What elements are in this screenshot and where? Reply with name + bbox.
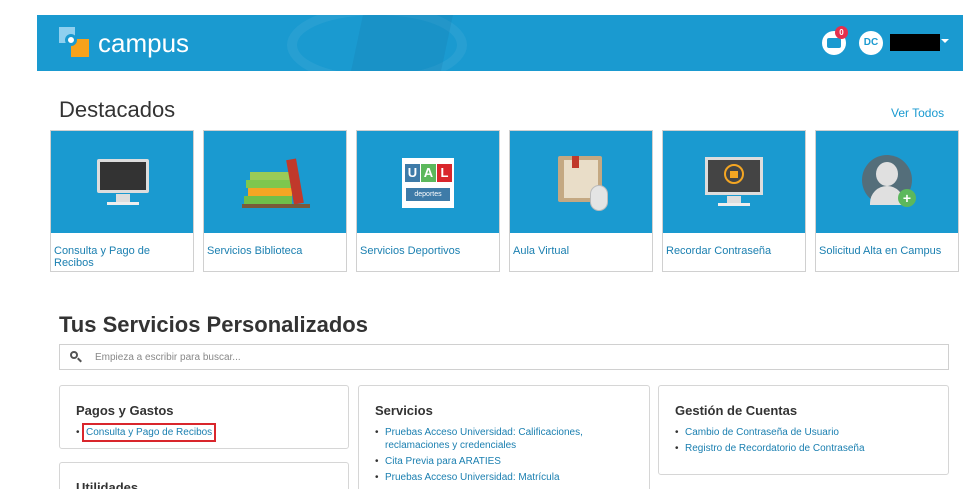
featured-card-recordar-contrasena[interactable]: Recordar Contraseña (662, 130, 806, 272)
section-title-servicios: Tus Servicios Personalizados (59, 312, 368, 337)
link-consulta-pago-recibos[interactable]: Consulta y Pago de Recibos (81, 423, 217, 442)
notification-badge: 0 (835, 26, 848, 39)
panel-servicios: Servicios Pruebas Acceso Universidad: Ca… (358, 385, 650, 489)
brand-name[interactable]: campus (98, 29, 189, 57)
header-watermark-band (351, 15, 453, 71)
panel-link-list: Consulta y Pago de Recibos (76, 423, 217, 442)
panel-utilidades: Utilidades (59, 462, 349, 489)
panel-title: Gestión de Cuentas (675, 403, 798, 418)
panel-link-list: Pruebas Acceso Universidad: Calificacion… (375, 426, 637, 487)
list-item[interactable]: Consulta y Pago de Recibos (76, 423, 217, 442)
monitor-icon (51, 131, 193, 233)
panel-title: Servicios (375, 403, 433, 418)
top-navigation-bar: campus 0 DC (37, 15, 963, 71)
ver-todos-link[interactable]: Ver Todos (891, 106, 944, 120)
messages-icon[interactable]: 0 (822, 26, 848, 55)
card-label[interactable]: Solicitud Alta en Campus (819, 245, 957, 257)
campus-logo-icon[interactable] (59, 27, 89, 57)
envelope-icon (827, 38, 841, 48)
card-label[interactable]: Servicios Biblioteca (207, 245, 345, 257)
ual-deportes-icon: U A L deportes (357, 131, 499, 233)
search-bar[interactable] (59, 344, 949, 370)
chevron-down-icon[interactable] (941, 39, 949, 43)
card-label[interactable]: Servicios Deportivos (360, 245, 498, 257)
section-title-destacados: Destacados (59, 97, 176, 122)
featured-card-consulta-pago[interactable]: Consulta y Pago de Recibos (50, 130, 194, 272)
book-mouse-icon (510, 131, 652, 233)
list-item[interactable]: Registro de Recordatorio de Contraseña (675, 442, 865, 455)
add-user-icon: + (816, 131, 958, 233)
locked-monitor-icon (663, 131, 805, 233)
featured-card-aula-virtual[interactable]: Aula Virtual (509, 130, 653, 272)
card-label[interactable]: Aula Virtual (513, 245, 651, 257)
panel-pagos-gastos: Pagos y Gastos Consulta y Pago de Recibo… (59, 385, 349, 449)
user-name-redacted[interactable] (890, 34, 940, 51)
list-item[interactable]: Pruebas Acceso Universidad: Calificacion… (375, 426, 637, 452)
featured-card-solicitud-alta[interactable]: + Solicitud Alta en Campus (815, 130, 959, 272)
featured-card-deportivos[interactable]: U A L deportes Servicios Deportivos (356, 130, 500, 272)
window-top-margin (0, 0, 972, 15)
search-icon (70, 351, 82, 363)
panel-title: Utilidades (76, 480, 139, 489)
user-avatar[interactable]: DC (859, 31, 883, 55)
card-label[interactable]: Recordar Contraseña (666, 245, 804, 257)
list-item[interactable]: Cambio de Contraseña de Usuario (675, 426, 865, 439)
list-item[interactable]: Pruebas Acceso Universidad: Matrícula (375, 471, 637, 484)
card-label[interactable]: Consulta y Pago de Recibos (54, 245, 192, 269)
list-item[interactable]: Cita Previa para ARATIES (375, 455, 637, 468)
books-icon (204, 131, 346, 233)
featured-card-biblioteca[interactable]: Servicios Biblioteca (203, 130, 347, 272)
panel-gestion-cuentas: Gestión de Cuentas Cambio de Contraseña … (658, 385, 949, 475)
search-input[interactable] (95, 348, 895, 366)
panel-title: Pagos y Gastos (76, 403, 174, 418)
panel-link-list: Cambio de Contraseña de Usuario Registro… (675, 426, 865, 458)
